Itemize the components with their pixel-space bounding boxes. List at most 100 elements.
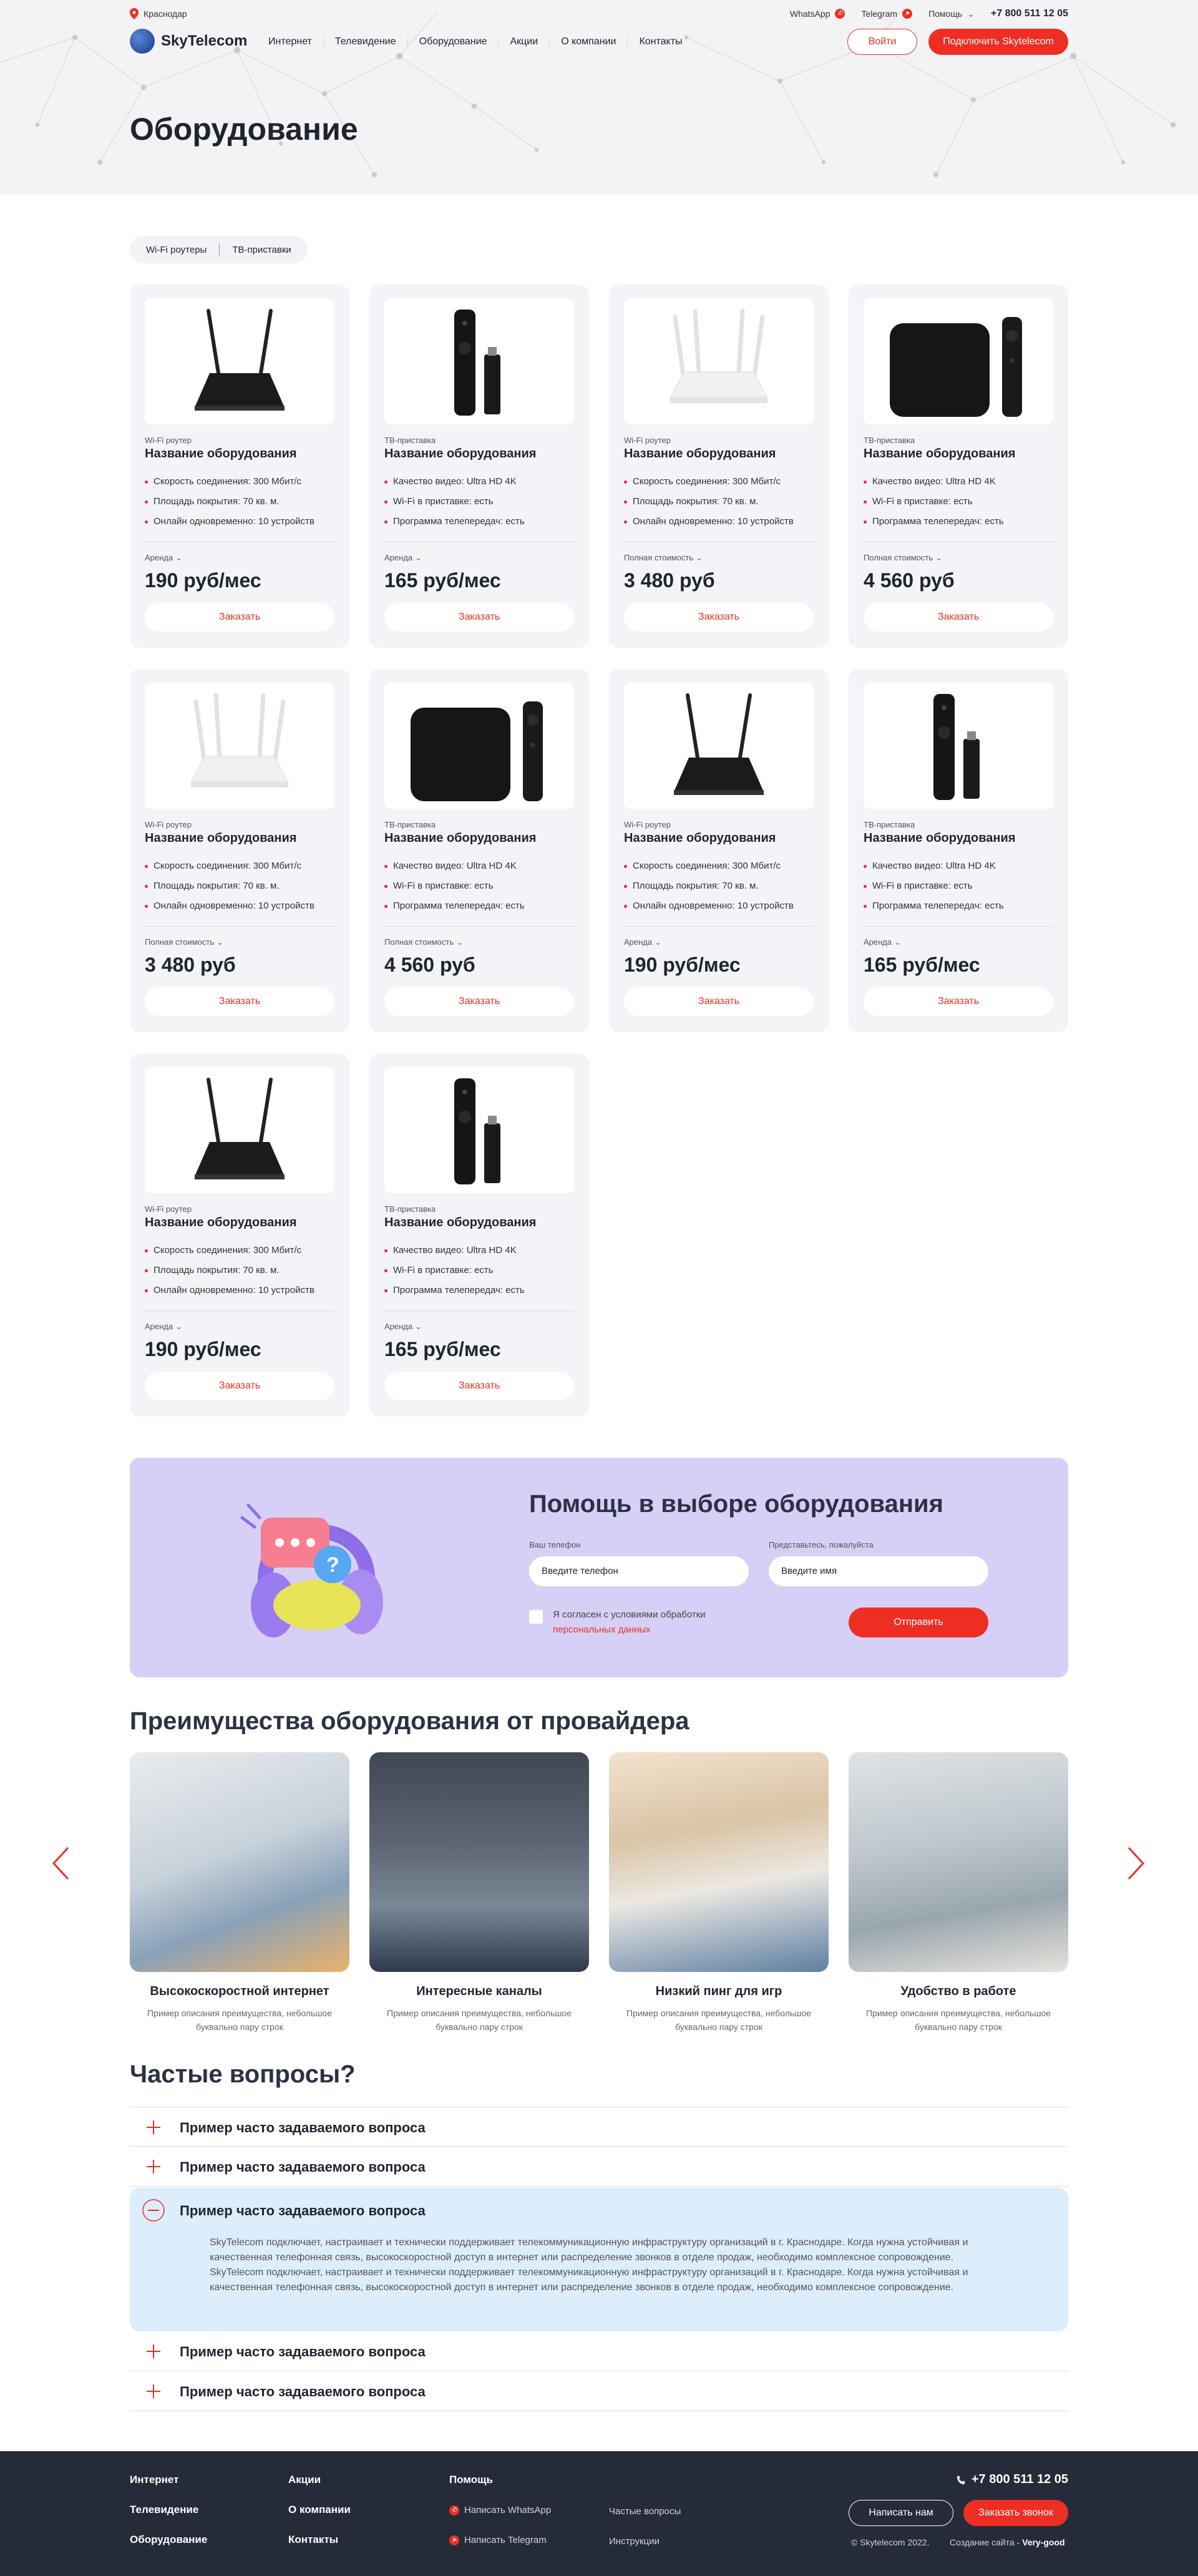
city-selector[interactable]: Краснодар <box>130 8 187 19</box>
minus-icon <box>142 2199 165 2222</box>
nav-item-promo[interactable]: Акции <box>499 36 550 47</box>
nav-item-internet[interactable]: Интернет <box>268 36 324 47</box>
tab-tv-boxes[interactable]: ТВ-приставки <box>232 245 291 255</box>
product-name[interactable]: Название оборудования <box>145 447 296 461</box>
order-button[interactable]: Заказать <box>864 603 1053 632</box>
whatsapp-link[interactable]: WhatsApp ✆ <box>790 9 845 19</box>
call-back-button[interactable]: Заказать звонок <box>963 2500 1068 2526</box>
top-bar: Краснодар WhatsApp ✆ Telegram ➤ Помощь ⌄ +7… <box>130 0 1068 30</box>
order-button[interactable]: Заказать <box>864 987 1053 1016</box>
header-phone[interactable]: +7 800 511 12 05 <box>991 8 1068 19</box>
product-image-stick[interactable] <box>384 1067 574 1193</box>
faq-item[interactable]: Пример часто задаваемого вопроса <box>130 2107 1068 2147</box>
chevron-down-icon: ⌄ <box>415 553 422 562</box>
price-type-dropdown[interactable]: Полная стоимость ⌄ <box>624 553 703 563</box>
name-input[interactable]: Введите имя <box>769 1556 988 1586</box>
price-type-dropdown[interactable]: Полная стоимость ⌄ <box>384 937 463 947</box>
product-image-stick[interactable] <box>384 298 574 424</box>
product-name[interactable]: Название оборудования <box>384 447 536 461</box>
page-title: Оборудование <box>130 112 358 147</box>
product-specs: Качество видео: Ultra HD 4K Wi-Fi в прист… <box>864 856 1004 916</box>
product-spec: Онлайн одновременно: 10 устройств <box>624 512 794 532</box>
chevron-down-icon: ⌄ <box>894 937 902 947</box>
price-type-dropdown[interactable]: Полная стоимость ⌄ <box>864 553 942 563</box>
price-type-dropdown[interactable]: Аренда ⌄ <box>624 937 661 947</box>
product-name[interactable]: Название оборудования <box>624 831 776 846</box>
product-name[interactable]: Название оборудования <box>864 447 1015 461</box>
product-image-router-white[interactable] <box>624 298 814 424</box>
product-type: Wi-Fi роутер <box>624 820 671 829</box>
advantage-desc: Пример описания преимущества, небольшое … <box>865 2008 1051 2032</box>
product-name[interactable]: Название оборудования <box>384 1216 536 1230</box>
faq-item[interactable]: Пример часто задаваемого вопроса <box>130 2371 1068 2411</box>
product-image-router-black[interactable] <box>624 683 814 809</box>
write-us-button[interactable]: Написать нам <box>849 2500 953 2526</box>
product-name[interactable]: Название оборудования <box>384 831 536 846</box>
product-image-stick[interactable] <box>864 683 1053 809</box>
divider <box>384 926 574 927</box>
footer-link-promo[interactable]: Акции <box>288 2474 351 2504</box>
product-image-router-black[interactable] <box>145 298 334 424</box>
product-image-router-white[interactable] <box>145 683 334 809</box>
product-image-box[interactable] <box>864 298 1053 424</box>
advantage-desc: Пример описания преимущества, небольшое … <box>147 2008 333 2032</box>
logo-text: SkyTelecom <box>161 32 248 49</box>
nav-item-contacts[interactable]: Контакты <box>628 36 693 47</box>
privacy-link[interactable]: персональных данных <box>553 1624 651 1635</box>
product-specs: Скорость соединения: 300 Мбит/с Площадь п… <box>145 1241 314 1300</box>
nav-item-tv[interactable]: Телевидение <box>324 36 408 47</box>
product-card: ТВ-приставка Название оборудования Качеств… <box>369 285 589 648</box>
footer-link-tv[interactable]: Телевидение <box>130 2504 207 2534</box>
product-name[interactable]: Название оборудования <box>624 447 776 461</box>
faq-item-open[interactable]: Пример часто задаваемого вопроса SkyTele… <box>130 2188 1068 2331</box>
faq-item[interactable]: Пример часто задаваемого вопроса <box>130 2331 1068 2371</box>
product-name[interactable]: Название оборудования <box>864 831 1015 846</box>
product-price: 3 480 руб <box>624 569 715 592</box>
order-button[interactable]: Заказать <box>145 603 334 632</box>
carousel-prev-button[interactable] <box>51 1846 76 1883</box>
made-by-link[interactable]: Very-good <box>1022 2537 1064 2547</box>
product-name[interactable]: Название оборудования <box>145 1216 296 1230</box>
carousel-next-button[interactable] <box>1127 1846 1152 1883</box>
login-button[interactable]: Войти <box>847 29 917 55</box>
order-button[interactable]: Заказать <box>145 1372 334 1400</box>
chevron-down-icon: ⌄ <box>217 937 224 947</box>
tab-wifi-routers[interactable]: Wi-Fi роутеры <box>146 245 207 255</box>
consent-checkbox[interactable] <box>529 1610 543 1624</box>
connect-button[interactable]: Подключить Skytelecom <box>928 29 1068 55</box>
logo[interactable]: SkyTelecom <box>130 29 247 54</box>
footer-link-about[interactable]: О компании <box>288 2504 351 2534</box>
footer-link-equipment[interactable]: Оборудование <box>130 2534 207 2564</box>
phone-input[interactable]: Введите телефон <box>529 1556 749 1586</box>
nav-item-equipment[interactable]: Оборудование <box>408 36 499 47</box>
product-image-box[interactable] <box>384 683 574 809</box>
nav-item-about[interactable]: О компании <box>550 36 628 47</box>
product-type: Wi-Fi роутер <box>145 820 192 829</box>
order-button[interactable]: Заказать <box>624 603 814 632</box>
faq-item[interactable]: Пример часто задаваемого вопроса <box>130 2147 1068 2187</box>
footer-phone[interactable]: +7 800 511 12 05 <box>957 2472 1068 2487</box>
price-type-dropdown[interactable]: Аренда ⌄ <box>384 1322 422 1332</box>
product-name[interactable]: Название оборудования <box>145 831 296 846</box>
order-button[interactable]: Заказать <box>145 987 334 1016</box>
footer-whatsapp-link[interactable]: ✆ Написать WhatsApp <box>449 2505 551 2515</box>
footer-telegram-link[interactable]: ➤ Написать Telegram <box>449 2535 547 2545</box>
order-button[interactable]: Заказать <box>384 987 574 1016</box>
price-type-dropdown[interactable]: Аренда ⌄ <box>145 1322 182 1332</box>
help-dropdown[interactable]: Помощь ⌄ <box>928 9 975 19</box>
footer-instructions-link[interactable]: Инструкции <box>609 2536 660 2547</box>
advantage-card: Удобство в работе Пример описания преиму… <box>849 1752 1068 2034</box>
order-button[interactable]: Заказать <box>384 1372 574 1400</box>
footer-link-contacts[interactable]: Контакты <box>288 2534 351 2564</box>
footer-link-internet[interactable]: Интернет <box>130 2474 207 2504</box>
price-type-dropdown[interactable]: Аренда ⌄ <box>384 553 422 563</box>
order-button[interactable]: Заказать <box>624 987 814 1016</box>
product-image-router-black[interactable] <box>145 1067 334 1193</box>
price-type-dropdown[interactable]: Аренда ⌄ <box>145 553 182 563</box>
footer-faq-link[interactable]: Частые вопросы <box>609 2506 681 2517</box>
telegram-link[interactable]: Telegram ➤ <box>861 9 913 19</box>
price-type-dropdown[interactable]: Аренда ⌄ <box>864 937 901 947</box>
submit-button[interactable]: Отправить <box>849 1608 988 1637</box>
order-button[interactable]: Заказать <box>384 603 574 632</box>
price-type-dropdown[interactable]: Полная стоимость ⌄ <box>145 937 223 947</box>
